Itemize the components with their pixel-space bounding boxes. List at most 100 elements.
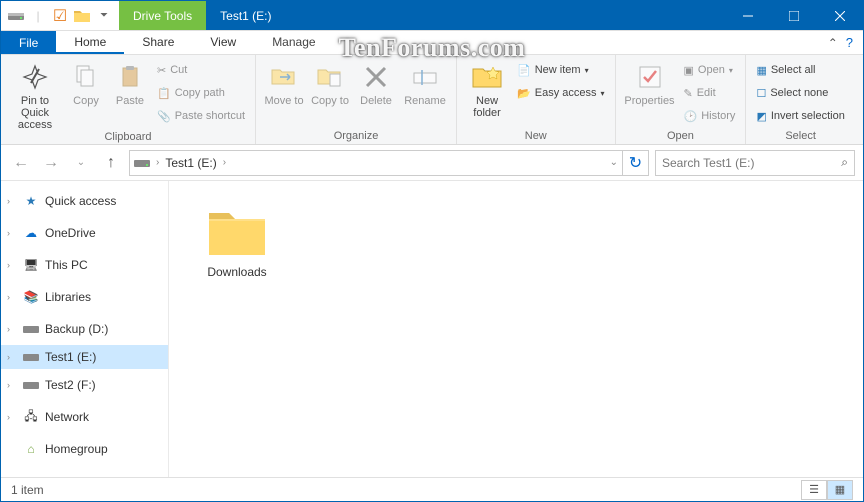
checkbox-icon[interactable]: ☑ [51, 7, 69, 25]
view-toggle: ☰ ▦ [801, 480, 853, 500]
history-dropdown-icon[interactable]: ⌄ [610, 157, 618, 168]
move-to-button[interactable]: Move to [262, 57, 306, 107]
address-bar: ← → ⌄ ↑ › Test1 (E:) › ⌄ ↻ Search Test1 … [1, 145, 863, 181]
nav-backup-drive[interactable]: › Backup (D:) [1, 317, 168, 341]
manage-tab[interactable]: Manage [254, 31, 333, 54]
nav-label: Backup (D:) [45, 322, 108, 336]
open-group-label: Open [622, 130, 740, 144]
easy-access-button[interactable]: 📂Easy access▾ [513, 82, 608, 104]
close-button[interactable] [817, 1, 863, 30]
copy-to-icon [314, 61, 346, 93]
refresh-button[interactable]: ↻ [623, 150, 649, 176]
chevron-right-icon[interactable]: › [7, 228, 10, 238]
pin-quick-access-button[interactable]: Pin to Quick access [7, 57, 63, 131]
delete-icon [360, 61, 392, 93]
invert-icon: ◩ [756, 110, 766, 123]
nav-label: Homegroup [45, 442, 108, 456]
history-button[interactable]: 🕑History [680, 105, 740, 127]
nav-quick-access[interactable]: ›★Quick access [1, 189, 168, 213]
properties-button[interactable]: Properties [622, 57, 678, 107]
navigation-pane: ›★Quick access ›☁OneDrive ›🖥This PC ›📚Li… [1, 181, 169, 477]
chevron-right-icon[interactable]: › [7, 260, 10, 270]
libraries-icon: 📚 [23, 289, 39, 305]
open-label: Open [698, 64, 725, 76]
back-button[interactable]: ← [9, 151, 33, 175]
recent-dropdown[interactable]: ⌄ [69, 151, 93, 175]
drive-icon [7, 7, 25, 25]
file-list[interactable]: Downloads [169, 181, 863, 477]
properties-icon [634, 61, 666, 93]
view-tab[interactable]: View [192, 31, 254, 54]
file-tab[interactable]: File [1, 31, 56, 54]
copy-to-label: Copy to [311, 95, 349, 107]
select-none-button[interactable]: ☐Select none [752, 82, 848, 104]
copy-to-button[interactable]: Copy to [308, 57, 352, 107]
details-view-button[interactable]: ☰ [801, 480, 827, 500]
cut-label: Cut [170, 64, 187, 76]
drive-tools-context-tab[interactable]: Drive Tools [119, 1, 206, 30]
item-count: 1 item [11, 483, 44, 497]
titlebar-spacer [286, 1, 726, 30]
chevron-right-icon[interactable]: › [7, 352, 10, 362]
breadcrumb-bar[interactable]: › Test1 (E:) › ⌄ [129, 150, 623, 176]
new-item-button[interactable]: 📄New item▾ [513, 59, 608, 81]
copy-button[interactable]: Copy [65, 57, 107, 107]
dropdown-icon: ▾ [600, 89, 604, 98]
maximize-button[interactable] [771, 1, 817, 30]
minimize-button[interactable] [725, 1, 771, 30]
new-item-icon: 📄 [517, 64, 531, 77]
ribbon-group-open: Properties ▣Open▾ ✎Edit 🕑History Open [616, 55, 747, 144]
nav-test2-drive[interactable]: ›Test2 (F:) [1, 373, 168, 397]
forward-button[interactable]: → [39, 151, 63, 175]
delete-label: Delete [360, 95, 392, 107]
delete-button[interactable]: Delete [354, 57, 398, 107]
nav-test1-drive[interactable]: › Test1 (E:) [1, 345, 168, 369]
icons-view-button[interactable]: ▦ [827, 480, 853, 500]
paste-shortcut-button[interactable]: 📎Paste shortcut [153, 105, 249, 127]
cut-button[interactable]: ✂Cut [153, 59, 249, 81]
nav-label: Test1 (E:) [45, 350, 96, 364]
chevron-right-icon[interactable]: › [156, 157, 159, 168]
nav-network[interactable]: ›🖧Network [1, 405, 168, 429]
chevron-right-icon[interactable]: › [7, 412, 10, 422]
search-placeholder: Search Test1 (E:) [662, 156, 754, 170]
rename-button[interactable]: Rename [400, 57, 450, 107]
home-tab[interactable]: Home [56, 31, 124, 54]
qat-dropdown-icon[interactable]: ⏷ [95, 7, 113, 25]
chevron-right-icon[interactable]: › [223, 157, 226, 168]
copy-path-button[interactable]: 📋Copy path [153, 82, 249, 104]
folder-icon[interactable] [73, 7, 91, 25]
open-button[interactable]: ▣Open▾ [680, 59, 740, 81]
new-folder-button[interactable]: New folder [463, 57, 511, 119]
share-tab[interactable]: Share [124, 31, 192, 54]
help-icon[interactable]: ? [846, 35, 853, 50]
ribbon-group-select: ▦Select all ☐Select none ◩Invert selecti… [746, 55, 854, 144]
ribbon: Pin to Quick access Copy Paste ✂Cut 📋Cop… [1, 55, 863, 145]
folder-item-downloads[interactable]: Downloads [187, 199, 287, 283]
ribbon-collapse-icon[interactable]: ⌃ [828, 36, 838, 50]
nav-homegroup[interactable]: ⌂Homegroup [1, 437, 168, 461]
new-group-label: New [463, 130, 608, 144]
move-to-icon [268, 61, 300, 93]
window-title: Test1 (E:) [206, 1, 285, 30]
chevron-right-icon[interactable]: › [7, 196, 10, 206]
paste-button[interactable]: Paste [109, 57, 151, 107]
select-all-button[interactable]: ▦Select all [752, 59, 848, 81]
nav-libraries[interactable]: ›📚Libraries [1, 285, 168, 309]
search-input[interactable]: Search Test1 (E:) ⌕ [655, 150, 855, 176]
copy-path-label: Copy path [175, 87, 225, 99]
nav-this-pc[interactable]: ›🖥This PC [1, 253, 168, 277]
open-icon: ▣ [684, 64, 694, 77]
paste-shortcut-icon: 📎 [157, 110, 171, 123]
up-button[interactable]: ↑ [99, 151, 123, 175]
nav-onedrive[interactable]: ›☁OneDrive [1, 221, 168, 245]
edit-button[interactable]: ✎Edit [680, 82, 740, 104]
breadcrumb-item[interactable]: Test1 (E:) [165, 156, 216, 170]
divider-icon: | [29, 7, 47, 25]
chevron-right-icon[interactable]: › [7, 324, 10, 334]
paste-icon [114, 61, 146, 93]
chevron-right-icon[interactable]: › [7, 380, 10, 390]
chevron-right-icon[interactable]: › [7, 292, 10, 302]
invert-selection-button[interactable]: ◩Invert selection [752, 105, 848, 127]
ribbon-group-organize: Move to Copy to Delete Rename Organize [256, 55, 457, 144]
